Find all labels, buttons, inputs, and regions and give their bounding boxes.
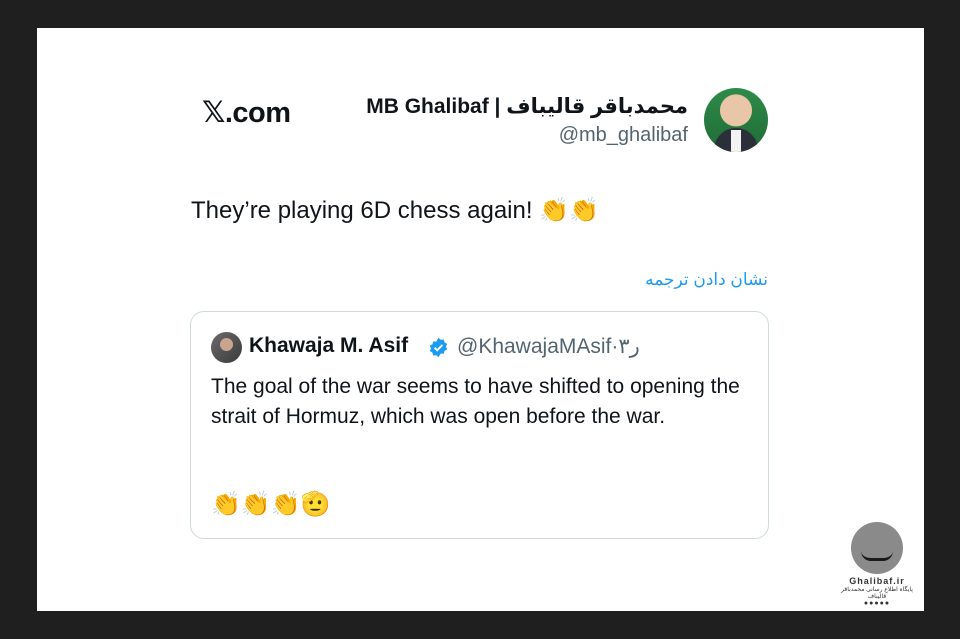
quoted-author-handle[interactable]: @KhawajaMAsif·۳ر [457, 334, 640, 359]
x-logo[interactable]: 𝕏.com [202, 95, 291, 130]
tweet-text-body: They’re playing 6D chess again! [191, 197, 533, 224]
tweet-text: They’re playing 6D chess again! 👏👏 [191, 196, 599, 225]
watermark-logo-icon [851, 522, 903, 574]
show-translation-link[interactable]: نشان دادن ترجمه [645, 270, 768, 290]
quoted-author-name[interactable]: Khawaja M. Asif [249, 334, 408, 358]
author-name[interactable]: MB Ghalibaf | محمدباقر قالیباف [366, 94, 688, 119]
site-label: .com [224, 97, 291, 129]
avatar-shirt [731, 130, 741, 152]
author-avatar[interactable] [704, 88, 768, 152]
verified-badge-icon [429, 337, 448, 358]
watermark-site: Ghalibaf.ir [849, 576, 905, 586]
watermark-subtitle: پایگاه اطلاع رسانی محمدباقر قالیباف [841, 587, 913, 600]
clapping-salute-icon: 👏👏👏🫡 [211, 490, 331, 518]
social-icons: ●●●●● [863, 600, 891, 607]
quoted-text: The goal of the war seems to have shifte… [211, 375, 740, 428]
x-icon: 𝕏 [202, 95, 225, 129]
quoted-tweet[interactable]: Khawaja M. Asif @KhawajaMAsif·۳ر The goa… [190, 311, 769, 539]
ghalibaf-watermark: Ghalibaf.ir پایگاه اطلاع رسانی محمدباقر … [832, 522, 922, 607]
author-handle[interactable]: @mb_ghalibaf [559, 124, 688, 147]
quoted-author-avatar[interactable] [211, 332, 242, 363]
clapping-hands-icon: 👏👏 [539, 196, 599, 224]
